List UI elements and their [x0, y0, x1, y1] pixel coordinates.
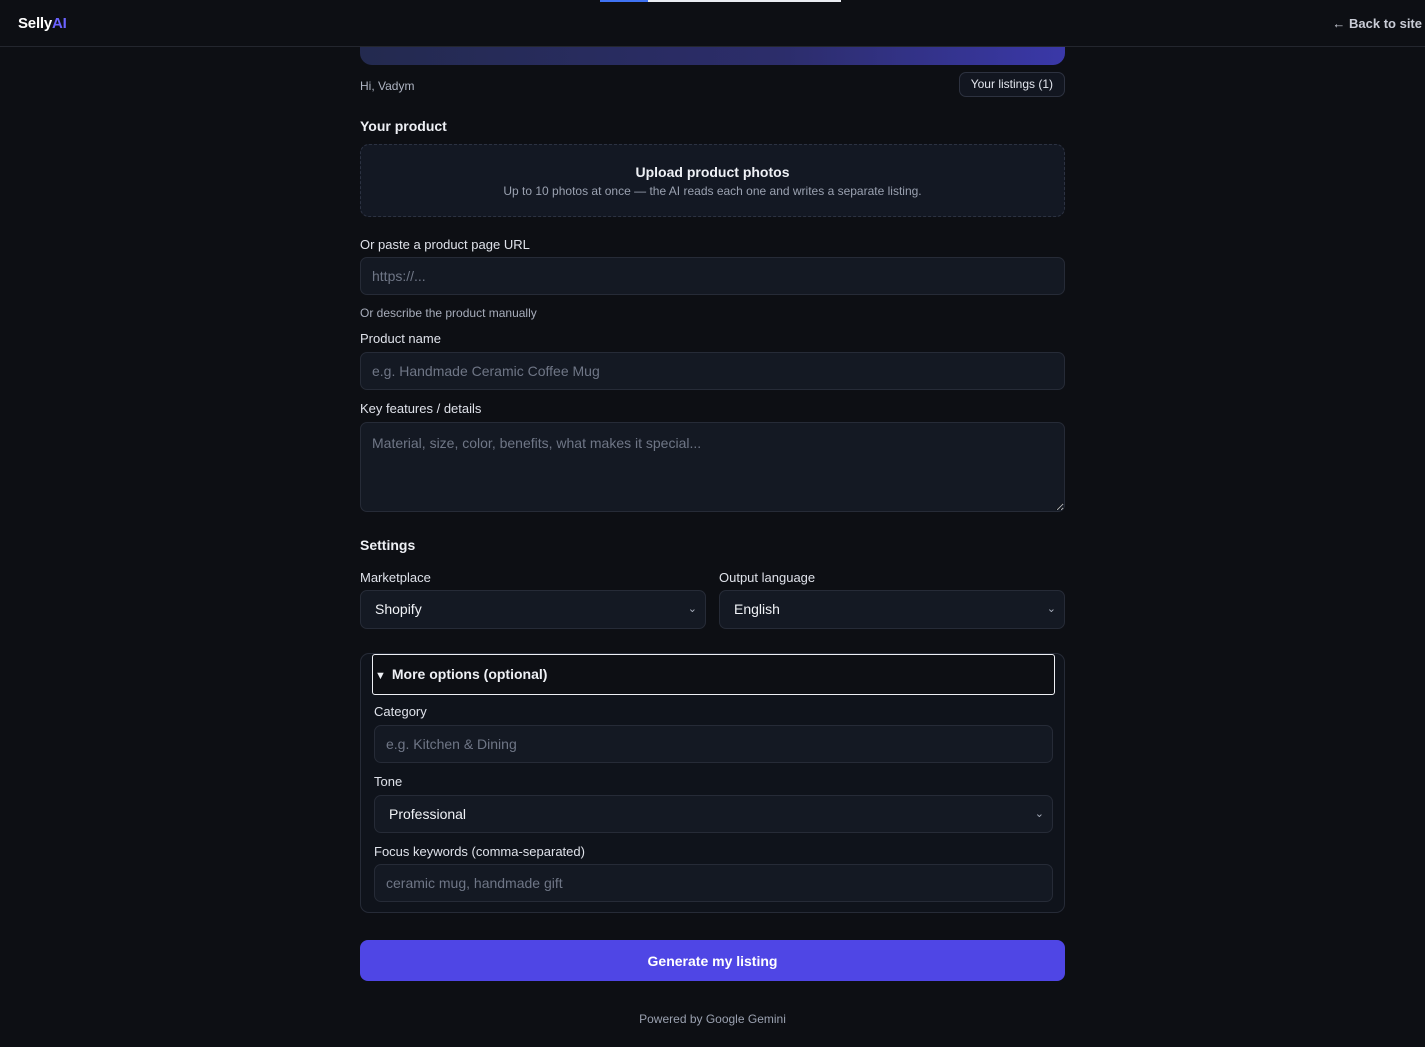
more-options-summary-text: More options (optional)	[391, 666, 548, 682]
key-features-label: Key features / details	[360, 401, 482, 416]
back-to-site-link[interactable]: ← Back to site	[1332, 16, 1422, 31]
loading-progress-bar	[600, 0, 841, 2]
focus-keywords-label: Focus keywords (comma-separated)	[374, 844, 585, 859]
loading-progress-fill	[600, 0, 649, 2]
logo-text-selly: Selly	[18, 15, 53, 32]
chevron-down-icon: ⌄	[1046, 603, 1056, 615]
tone-selected-value: Professional	[389, 806, 467, 822]
manual-description-label: Or describe the product manually	[360, 306, 537, 320]
your-product-heading: Your product	[360, 118, 447, 134]
category-label: Category	[374, 704, 427, 719]
generate-listing-button[interactable]: Generate my listing	[360, 940, 1065, 981]
product-name-input[interactable]	[360, 352, 1065, 390]
greeting-text: Hi, Vadym	[360, 79, 415, 93]
logo-text-ai: AI	[52, 15, 67, 32]
settings-heading: Settings	[360, 537, 416, 553]
output-language-label: Output language	[719, 570, 816, 585]
category-input[interactable]	[374, 725, 1053, 763]
marketplace-selected-value: Shopify	[375, 601, 422, 617]
marketplace-label: Marketplace	[360, 570, 431, 585]
url-label: Or paste a product page URL	[360, 237, 530, 252]
output-language-select[interactable]: English ⌄	[719, 590, 1065, 629]
product-url-input[interactable]	[360, 257, 1065, 295]
photo-upload-dropzone[interactable]: Upload product photos Up to 10 photos at…	[360, 144, 1065, 217]
upload-title: Upload product photos	[635, 164, 790, 180]
key-features-textarea[interactable]	[360, 422, 1065, 512]
language-selected-value: English	[734, 601, 780, 617]
more-options-panel: ▼ More options (optional) Category Tone P…	[360, 653, 1065, 913]
chevron-down-icon: ⌄	[687, 603, 697, 615]
marketplace-select[interactable]: Shopify ⌄	[360, 590, 706, 629]
product-name-label: Product name	[360, 331, 441, 346]
your-listings-button[interactable]: Your listings (1)	[958, 72, 1065, 97]
triangle-down-icon: ▼	[375, 670, 386, 682]
powered-by-footer: Powered by Google Gemini	[639, 1012, 786, 1026]
focus-keywords-input[interactable]	[374, 864, 1053, 902]
hero-banner	[360, 47, 1065, 65]
tone-label: Tone	[374, 774, 403, 789]
upload-subtitle: Up to 10 photos at once — the AI reads e…	[503, 184, 922, 198]
chevron-down-icon: ⌄	[1034, 808, 1044, 820]
tone-select[interactable]: Professional ⌄	[374, 795, 1053, 833]
app-logo[interactable]: SellyAI	[18, 15, 67, 32]
top-bar: SellyAI ← Back to site	[0, 0, 1425, 47]
more-options-toggle[interactable]: ▼ More options (optional)	[372, 654, 1055, 695]
